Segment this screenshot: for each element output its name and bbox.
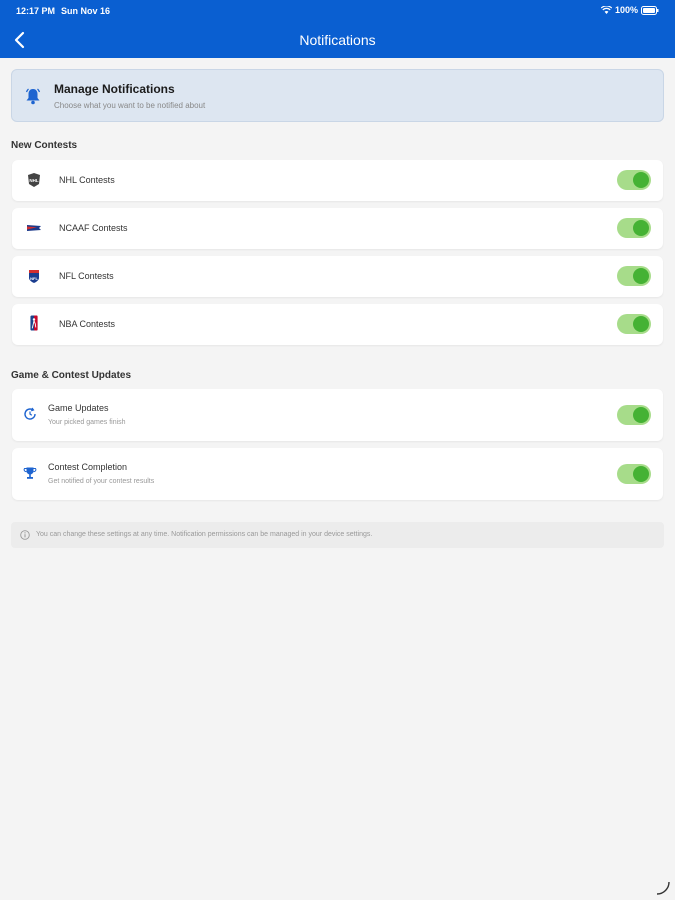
toggle-game-updates[interactable] [617,405,651,425]
ncaaf-logo-icon [27,225,41,231]
toggle-ncaaf-contests[interactable] [617,218,651,238]
nba-logo-icon [30,315,38,331]
clock-refresh-icon [24,407,36,420]
row-label: NCAAF Contests [59,223,128,233]
page-title: Notifications [299,32,376,48]
nhl-logo-icon: NHL [28,173,40,187]
battery-icon [641,5,659,15]
row-subtitle: Your picked games finish [48,419,126,426]
row-label: Contest Completion [48,462,128,472]
row-contest-completion: Contest Completion Get notified of your … [12,448,663,500]
row-nfl-contests: NFL NFL Contests [12,256,663,297]
wifi-icon [600,6,612,14]
row-nhl-contests: NHL NHL Contests [12,160,663,201]
toggle-nba-contests[interactable] [617,314,651,334]
status-time: 12:17 PM [16,6,56,16]
top-bar: 12:17 PM Sun Nov 16 100% Notifications [0,0,675,58]
row-label: Game Updates [48,403,109,413]
status-date: Sun Nov 16 [61,6,111,16]
row-subtitle: Get notified of your contest results [48,478,155,485]
svg-text:NFL: NFL [30,276,38,281]
toggle-knob [633,407,649,423]
section-label-new-contests: New Contests [11,140,78,151]
toggle-knob [633,466,649,482]
manage-title: Manage Notifications [54,82,175,96]
status-indicators: 100% [600,5,659,15]
toggle-knob [633,268,649,284]
row-label: NFL Contests [59,271,114,281]
toggle-contest-completion[interactable] [617,464,651,484]
toggle-knob [633,172,649,188]
toggle-knob [633,316,649,332]
battery-percent: 100% [614,5,638,15]
section-label-updates: Game & Contest Updates [11,370,132,381]
toggle-nhl-contests[interactable] [617,170,651,190]
trophy-icon [23,467,37,479]
row-nba-contests: NBA Contests [12,304,663,345]
toggle-knob [633,220,649,236]
row-ncaaf-contests: NCAAF Contests [12,208,663,249]
info-icon [20,530,30,540]
bell-icon [25,88,41,105]
row-game-updates: Game Updates Your picked games finish [12,389,663,441]
row-label: NHL Contests [59,175,115,185]
nfl-logo-icon: NFL [29,270,39,283]
manage-notifications-card: Manage Notifications Choose what you wan… [11,69,664,122]
note-text: You can change these settings at any tim… [36,531,373,538]
manage-subtitle: Choose what you want to be notified abou… [54,101,206,110]
svg-text:NHL: NHL [29,178,38,183]
settings-note: You can change these settings at any tim… [11,522,664,548]
toggle-nfl-contests[interactable] [617,266,651,286]
resize-handle-icon [656,881,670,895]
row-label: NBA Contests [59,319,116,329]
